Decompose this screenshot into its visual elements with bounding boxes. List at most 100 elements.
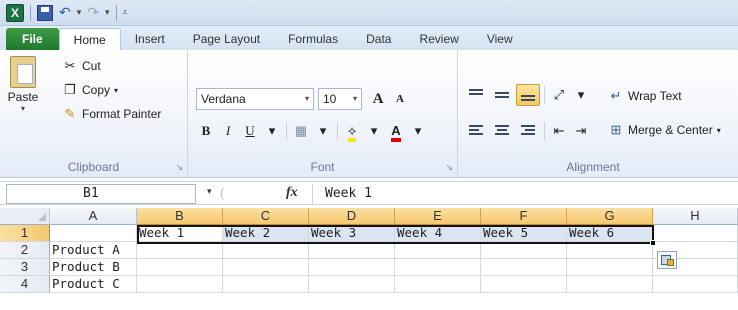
column-header-c[interactable]: C <box>223 208 309 225</box>
tab-home[interactable]: Home <box>58 28 121 50</box>
underline-button[interactable]: U <box>240 120 260 142</box>
column-header-e[interactable]: E <box>395 208 481 225</box>
orientation-dropdown-icon[interactable]: ▾ <box>571 84 591 106</box>
save-icon[interactable] <box>37 4 53 21</box>
row-header[interactable]: 4 <box>0 276 50 293</box>
undo-icon[interactable]: ↶ <box>59 4 71 21</box>
insert-function-icon[interactable]: fx <box>286 185 298 201</box>
formula-bar-splitter-icon[interactable]: ( <box>220 186 224 200</box>
cell-e4[interactable] <box>395 276 481 293</box>
undo-dropdown-icon[interactable]: ▾ <box>77 7 82 18</box>
excel-app-icon[interactable]: X <box>6 3 24 22</box>
fill-color-button[interactable]: ⟡ <box>342 120 362 142</box>
row-header[interactable]: 2 <box>0 242 50 259</box>
copy-button[interactable]: ❐ Copy ▾ <box>62 82 118 98</box>
cut-button[interactable]: ✂ Cut <box>62 58 101 74</box>
name-box-dropdown-icon[interactable]: ▾ <box>207 186 212 197</box>
increase-indent-icon[interactable]: ⇥ <box>571 120 591 142</box>
tab-view[interactable]: View <box>473 28 527 50</box>
cell-a3[interactable]: Product B <box>50 259 137 276</box>
cell-g2[interactable] <box>567 242 653 259</box>
cell-g3[interactable] <box>567 259 653 276</box>
bold-button[interactable]: B <box>196 120 216 142</box>
cell-f1[interactable]: Week 5 <box>481 225 567 242</box>
cell-d4[interactable] <box>309 276 395 293</box>
merge-center-button[interactable]: ⊞ Merge & Center ▾ <box>608 122 721 138</box>
grow-font-button[interactable]: A <box>368 88 388 110</box>
merge-dropdown-icon[interactable]: ▾ <box>717 126 721 135</box>
bottom-align-button[interactable] <box>516 84 540 106</box>
cell-e1[interactable]: Week 4 <box>395 225 481 242</box>
tab-file[interactable]: File <box>6 28 59 50</box>
column-header-a[interactable]: A <box>50 208 137 225</box>
cell-c1[interactable]: Week 2 <box>223 225 309 242</box>
font-size-select[interactable]: 10 ▾ <box>318 88 362 110</box>
cell-e3[interactable] <box>395 259 481 276</box>
cell-c2[interactable] <box>223 242 309 259</box>
align-right-button[interactable] <box>516 120 540 142</box>
cell-a2[interactable]: Product A <box>50 242 137 259</box>
copy-dropdown-icon[interactable]: ▾ <box>114 86 118 95</box>
font-dialog-launcher-icon[interactable]: ↘ <box>445 162 453 173</box>
paste-button[interactable]: Paste ▾ <box>4 56 42 113</box>
fill-handle[interactable] <box>650 240 656 246</box>
align-left-button[interactable] <box>464 120 488 142</box>
cell-b3[interactable] <box>137 259 223 276</box>
underline-dropdown-icon[interactable]: ▾ <box>262 120 282 142</box>
borders-icon[interactable]: ▦ <box>291 120 311 142</box>
cell-h4[interactable] <box>653 276 738 293</box>
middle-align-button[interactable] <box>490 84 514 106</box>
column-header-g[interactable]: G <box>567 208 653 225</box>
cell-d1[interactable]: Week 3 <box>309 225 395 242</box>
cell-f4[interactable] <box>481 276 567 293</box>
orientation-icon[interactable]: ⤢ <box>549 84 569 106</box>
redo-dropdown-icon[interactable]: ▾ <box>105 7 110 18</box>
cell-h1[interactable] <box>653 225 738 242</box>
fill-color-dropdown-icon[interactable]: ▾ <box>364 120 384 142</box>
paste-dropdown-icon[interactable]: ▾ <box>4 104 42 113</box>
cell-d3[interactable] <box>309 259 395 276</box>
center-button[interactable] <box>490 120 514 142</box>
cell-f3[interactable] <box>481 259 567 276</box>
cell-b4[interactable] <box>137 276 223 293</box>
cell-d2[interactable] <box>309 242 395 259</box>
tab-page-layout[interactable]: Page Layout <box>179 28 274 50</box>
tab-data[interactable]: Data <box>352 28 405 50</box>
name-box[interactable]: B1 <box>6 184 196 204</box>
cell-e2[interactable] <box>395 242 481 259</box>
font-color-button[interactable]: A <box>386 120 406 142</box>
paste-options-icon[interactable] <box>657 251 677 269</box>
row-header[interactable]: 3 <box>0 259 50 276</box>
cell-g1[interactable]: Week 6 <box>567 225 653 242</box>
cell-c3[interactable] <box>223 259 309 276</box>
column-header-b[interactable]: B <box>137 208 223 225</box>
clipboard-dialog-launcher-icon[interactable]: ↘ <box>175 162 183 173</box>
tab-insert[interactable]: Insert <box>121 28 179 50</box>
font-name-select[interactable]: Verdana ▾ <box>196 88 314 110</box>
column-header-h[interactable]: H <box>653 208 738 225</box>
shrink-font-button[interactable]: A <box>390 88 410 110</box>
cell-b2[interactable] <box>137 242 223 259</box>
column-header-d[interactable]: D <box>309 208 395 225</box>
font-color-dropdown-icon[interactable]: ▾ <box>408 120 428 142</box>
customize-qat-icon[interactable]: ⩡ <box>123 7 128 18</box>
borders-dropdown-icon[interactable]: ▾ <box>313 120 333 142</box>
redo-icon[interactable]: ↷ <box>87 4 99 21</box>
format-painter-button[interactable]: ✎ Format Painter <box>62 106 162 122</box>
column-header-f[interactable]: F <box>481 208 567 225</box>
cell-g4[interactable] <box>567 276 653 293</box>
cell-f2[interactable] <box>481 242 567 259</box>
tab-formulas[interactable]: Formulas <box>274 28 352 50</box>
select-all-corner[interactable] <box>0 208 50 225</box>
tab-review[interactable]: Review <box>405 28 472 50</box>
decrease-indent-icon[interactable]: ⇤ <box>549 120 569 142</box>
row-header[interactable]: 1 <box>0 225 50 242</box>
cell-a1[interactable] <box>50 225 137 242</box>
cell-c4[interactable] <box>223 276 309 293</box>
cell-b1[interactable]: Week 1 <box>137 225 223 242</box>
top-align-button[interactable] <box>464 84 488 106</box>
cell-a4[interactable]: Product C <box>50 276 137 293</box>
formula-input[interactable]: Week 1 <box>312 184 732 204</box>
italic-button[interactable]: I <box>218 120 238 142</box>
wrap-text-button[interactable]: ↵ Wrap Text <box>608 88 682 104</box>
